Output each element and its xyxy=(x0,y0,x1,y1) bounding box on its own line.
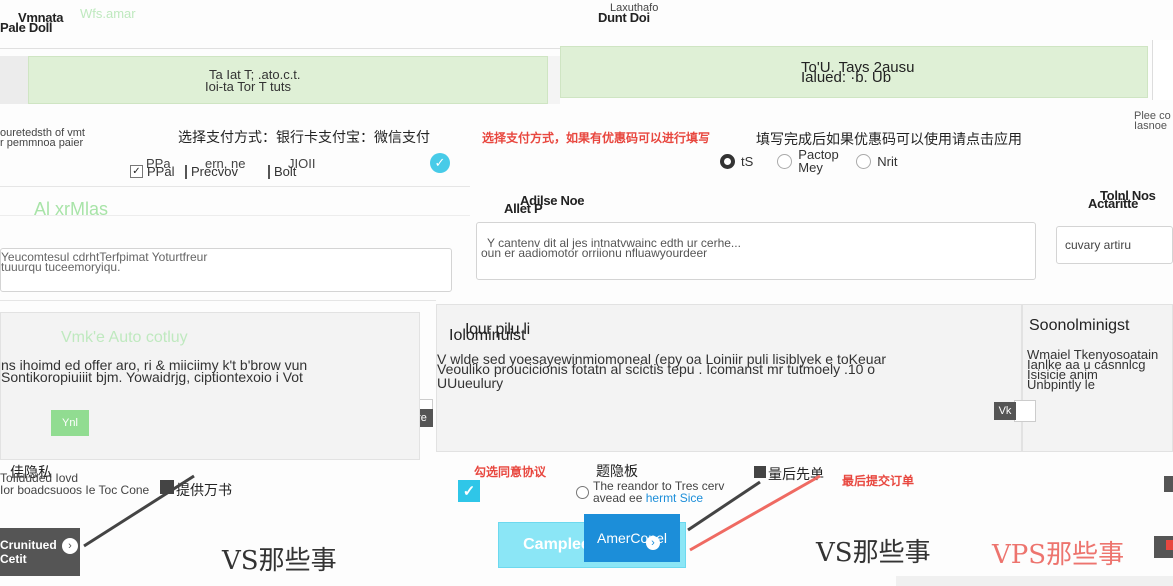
check-icon[interactable]: ✓ xyxy=(130,165,143,178)
option-marker xyxy=(268,164,270,179)
pay-option-second[interactable]: Precvov xyxy=(185,164,238,179)
notes-textarea[interactable]: Y cantenv dit al jes intnatvwainc edth u… xyxy=(476,222,1036,280)
pay-option-label: Bolt xyxy=(274,164,297,179)
bottom-strip xyxy=(896,576,1173,586)
right-edge-accent xyxy=(1166,540,1173,550)
middle-box-p3: UUueulury xyxy=(437,375,504,391)
ghost-text: Wfs.amar xyxy=(80,6,136,21)
right-input[interactable]: cuvary artiru xyxy=(1056,226,1173,264)
total-bar-line2: Ioi-ta Tor T tuts xyxy=(205,79,291,94)
product-box-left: Vmk'e Auto cotluy ns ihoimd ed offer aro… xyxy=(0,312,420,460)
left-box-p2: Sontikoropiuiiit bjm. Yowaidrjg, ciption… xyxy=(1,369,303,385)
chevron-right-icon: › xyxy=(62,538,78,554)
radio-icon[interactable] xyxy=(720,153,735,169)
notes-placeholder-2: oun er aadiomotor orriionu nfluawyourdee… xyxy=(481,246,708,260)
agree-checkbox[interactable]: ✓ xyxy=(458,480,480,502)
watermark-2: VS那些事 xyxy=(816,538,931,568)
right-box-p4: Unbpintly le xyxy=(1027,377,1095,392)
bar-gap xyxy=(548,56,560,104)
right-input-text: cuvary artiru xyxy=(1065,238,1132,252)
pay-option-paypal[interactable]: ✓ PPal xyxy=(130,164,174,179)
pay-option-label: PPal xyxy=(147,164,175,179)
radio-icon[interactable] xyxy=(856,153,872,169)
far-right-note-2: Iasnoe xyxy=(1134,120,1168,132)
right-box-toggle[interactable] xyxy=(1014,400,1036,422)
arrow-icon xyxy=(83,474,195,548)
chevron-right-icon: › xyxy=(646,536,660,550)
radio-icon[interactable] xyxy=(777,153,793,169)
ghost-green-text: Al xrMlas xyxy=(34,199,109,219)
pay-opt-right-1: tS xyxy=(741,153,754,169)
pay-opt-right-2: Pactop Mey xyxy=(798,147,839,175)
divider xyxy=(0,300,436,301)
red-note-coupon: 填写完成后如果优惠码可以使用请点击应用 xyxy=(756,132,1022,148)
option-marker xyxy=(185,164,187,179)
left-desc-2: r pemmnoa paier xyxy=(0,137,84,149)
red-note-agree: 勾选同意协议 xyxy=(474,465,547,479)
right-box-tab[interactable]: Vk xyxy=(994,402,1016,420)
agree-label: 题隐板 xyxy=(596,464,638,480)
watermark-3: VPS那些事 xyxy=(992,540,1125,570)
total-bar-right: To'U. Tavs 2ausu Ialued: ·b. Ub xyxy=(560,46,1148,98)
center-sublabel: Dunt Doi xyxy=(598,10,650,25)
pay-option-label: Precvov xyxy=(191,164,238,179)
selected-check-icon[interactable]: ✓ xyxy=(430,153,450,173)
divider xyxy=(0,48,565,49)
red-note-submit: 最后提交订单 xyxy=(842,474,915,488)
pay-options-right: tS Pactop Mey Nrit xyxy=(720,148,898,174)
product-box-right: Soonolminigst Wmaiel Tkenyosoatain Ianlk… xyxy=(1022,304,1173,452)
left-edge-block xyxy=(0,56,28,104)
notes-subtitle: Allet P xyxy=(504,201,543,216)
blue-button[interactable]: AmerConel xyxy=(584,514,680,562)
right-edge-panel xyxy=(1152,40,1173,100)
right-subheading: Actaritte xyxy=(1088,196,1139,211)
total-bar-right-line2: Ialued: ·b. Ub xyxy=(801,69,892,86)
left-box-ghost-title: Vmk'e Auto cotluy xyxy=(61,329,188,346)
right-box-title: Soonolminigst xyxy=(1029,317,1130,334)
left-input-subtitle: tuuurqu tuceemoryiqu. xyxy=(1,260,121,274)
left-input[interactable]: Yeucomtesul cdrhtTerfpimat Yoturtfreur t… xyxy=(0,248,452,292)
right-edge-marker xyxy=(1164,476,1173,492)
payment-heading: 选择支付方式：银行卡支付宝：微信支付 xyxy=(178,130,430,146)
divider xyxy=(0,215,470,216)
top-left-sublabel: Pale Doll xyxy=(0,20,53,35)
total-bar-left: Ta Iat T; .ato.c.t. Ioi-ta Tor T tuts xyxy=(28,56,548,104)
pay-opt-right-3: Nrit xyxy=(877,153,898,169)
middle-box-subtitle: Iolominuist xyxy=(449,327,526,344)
red-note-payment: 选择支付方式，如果有优惠码可以进行填写 xyxy=(482,131,711,145)
divider xyxy=(0,186,470,187)
watermark-1: VS那些事 xyxy=(222,546,337,576)
agree-radio-icon[interactable] xyxy=(576,485,589,499)
agree-line-2: avead ee xyxy=(593,491,646,505)
pay-option-third[interactable]: Bolt xyxy=(268,164,296,179)
left-box-button[interactable]: Ynl xyxy=(51,410,89,436)
product-box-middle: Iour pilu li Iolominuist V wlde sed yoes… xyxy=(411,304,1022,452)
